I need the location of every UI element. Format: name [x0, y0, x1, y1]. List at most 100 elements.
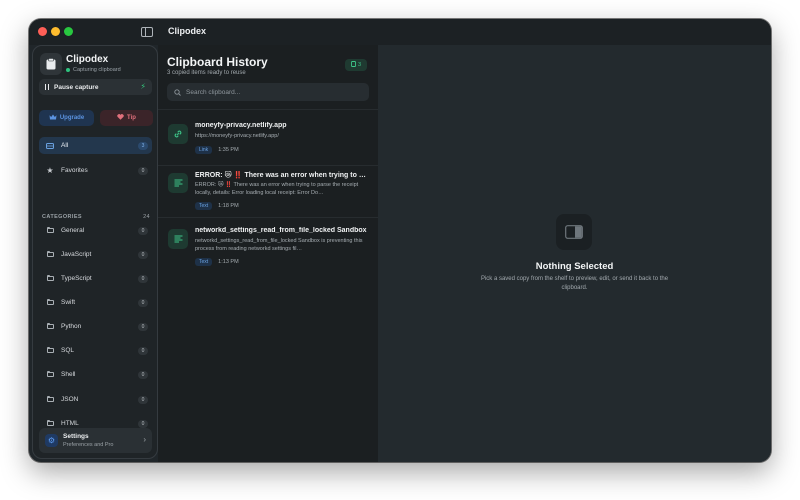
sidebar-item-sql[interactable]: SQL 0: [39, 342, 152, 359]
sidebar-item-general[interactable]: General 0: [39, 222, 152, 239]
folder-icon: [45, 420, 55, 426]
window-title: Clipodex: [168, 26, 207, 36]
pause-icon: [45, 84, 49, 90]
crown-icon: [49, 114, 57, 122]
divider: [158, 217, 378, 218]
sidebar-item-label: HTML: [61, 420, 79, 427]
count-badge: 0: [138, 419, 148, 428]
sidebar-item-swift[interactable]: Swift 0: [39, 294, 152, 311]
empty-state-description: Pick a saved copy from the shelf to prev…: [480, 276, 669, 291]
categories-total: 24: [143, 214, 150, 220]
bolt-icon: ⚡: [140, 82, 146, 91]
settings-button[interactable]: ⚙ Settings Preferences and Pro ›: [39, 428, 152, 453]
categories-header: CATEGORIES 24: [42, 214, 150, 220]
preview-pane: Nothing Selected Pick a saved copy from …: [378, 45, 771, 462]
sidebar-item-favorites[interactable]: ★ Favorites 0: [39, 162, 152, 179]
count-badge: 0: [138, 322, 148, 331]
sidebar-item-label: General: [61, 227, 85, 234]
folder-icon: [45, 227, 55, 233]
count-badge: 0: [138, 274, 148, 283]
item-meta: Link 1:35 PM: [195, 146, 239, 154]
tip-button[interactable]: Tip: [100, 110, 153, 126]
sidebar: Clipodex Capturing clipboard Pause captu…: [32, 45, 158, 459]
split-view-icon: [556, 214, 592, 250]
app-window: Clipodex Clipodex Capturing clipboard Pa…: [29, 19, 771, 462]
star-icon: ★: [46, 166, 54, 175]
count-badge: 0: [138, 346, 148, 355]
upgrade-label: Upgrade: [59, 115, 85, 121]
settings-subtitle: Preferences and Pro: [63, 442, 114, 448]
heart-icon: [117, 114, 124, 122]
link-icon: [168, 124, 188, 144]
item-meta: Text 1:13 PM: [195, 258, 239, 266]
sidebar-item-label: Swift: [61, 299, 76, 306]
minimize-window-button[interactable]: [51, 27, 60, 36]
sidebar-item-json[interactable]: JSON 0: [39, 391, 152, 408]
sidebar-item-label: Python: [61, 323, 82, 330]
count-badge: 3: [138, 141, 148, 150]
upgrade-button[interactable]: Upgrade: [39, 110, 94, 126]
history-pane: Clipboard History 3 copied items ready t…: [158, 45, 378, 462]
item-title: ERROR: 😿 ‼️ There was an error when tryi…: [195, 172, 367, 179]
sidebar-item-label: All: [61, 142, 69, 149]
folder-icon: [45, 251, 55, 257]
sidebar-item-python[interactable]: Python 0: [39, 318, 152, 335]
empty-state-title: Nothing Selected: [535, 261, 614, 272]
items-count: 3: [357, 62, 362, 68]
type-tag: Link: [195, 146, 213, 154]
pause-capture-label: Pause capture: [54, 83, 99, 91]
type-tag: Text: [195, 202, 213, 210]
settings-title: Settings: [63, 433, 89, 440]
item-preview: networkd_settings_read_from_file_locked …: [195, 238, 363, 252]
type-tag: Text: [195, 258, 213, 266]
sidebar-item-label: TypeScript: [61, 275, 92, 282]
count-badge: 0: [138, 395, 148, 404]
item-time: 1:18 PM: [218, 203, 239, 209]
close-window-button[interactable]: [38, 27, 47, 36]
folder-icon: [45, 275, 55, 281]
divider: [158, 109, 378, 110]
brand-name: Clipodex: [66, 54, 109, 65]
page-subtitle: 3 copied items ready to reuse: [167, 70, 246, 76]
archive-icon: [45, 142, 55, 149]
count-badge: 0: [138, 166, 148, 175]
brand: Clipodex Capturing clipboard: [40, 53, 150, 77]
sidebar-item-label: JSON: [61, 396, 79, 403]
item-time: 1:35 PM: [218, 147, 239, 153]
capture-status-label: Capturing clipboard: [73, 67, 121, 73]
sidebar-item-shell[interactable]: Shell 0: [39, 366, 152, 383]
capture-status: Capturing clipboard: [66, 67, 121, 73]
folder-icon: [45, 323, 55, 329]
list-item[interactable]: ERROR: 😿 ‼️ There was an error when tryi…: [167, 170, 369, 214]
text-lines-icon: [168, 229, 188, 249]
count-badge: 0: [138, 250, 148, 259]
list-item[interactable]: moneyfy-privacy.netlify.app https://mone…: [167, 121, 369, 165]
document-icon: [351, 61, 356, 69]
text-lines-icon: [168, 173, 188, 193]
search-input[interactable]: Search clipboard...: [167, 83, 369, 101]
search-placeholder: Search clipboard...: [186, 88, 241, 96]
sidebar-item-javascript[interactable]: JavaScript 0: [39, 246, 152, 263]
sidebar-toggle-icon[interactable]: [141, 27, 153, 37]
sidebar-item-label: SQL: [61, 347, 75, 354]
item-title: networkd_settings_read_from_file_locked …: [195, 227, 367, 234]
chevron-right-icon: ›: [143, 435, 146, 444]
sidebar-item-typescript[interactable]: TypeScript 0: [39, 270, 152, 287]
item-preview: https://moneyfy-privacy.netlify.app/: [195, 133, 279, 139]
zoom-window-button[interactable]: [64, 27, 73, 36]
folder-icon: [45, 371, 55, 377]
clipboard-icon: [40, 53, 62, 75]
count-badge: 0: [138, 298, 148, 307]
items-count-badge: 3: [345, 59, 367, 71]
categories-title: CATEGORIES: [42, 214, 82, 220]
count-badge: 0: [138, 370, 148, 379]
title-bar: Clipodex: [29, 19, 771, 45]
item-meta: Text 1:18 PM: [195, 202, 239, 210]
list-item[interactable]: networkd_settings_read_from_file_locked …: [167, 226, 369, 270]
sidebar-item-all[interactable]: All 3: [39, 137, 152, 154]
tip-label: Tip: [127, 115, 136, 121]
item-title: moneyfy-privacy.netlify.app: [195, 122, 287, 129]
count-badge: 0: [138, 226, 148, 235]
pause-capture-button[interactable]: Pause capture ⚡: [39, 79, 152, 95]
item-time: 1:13 PM: [218, 259, 239, 265]
